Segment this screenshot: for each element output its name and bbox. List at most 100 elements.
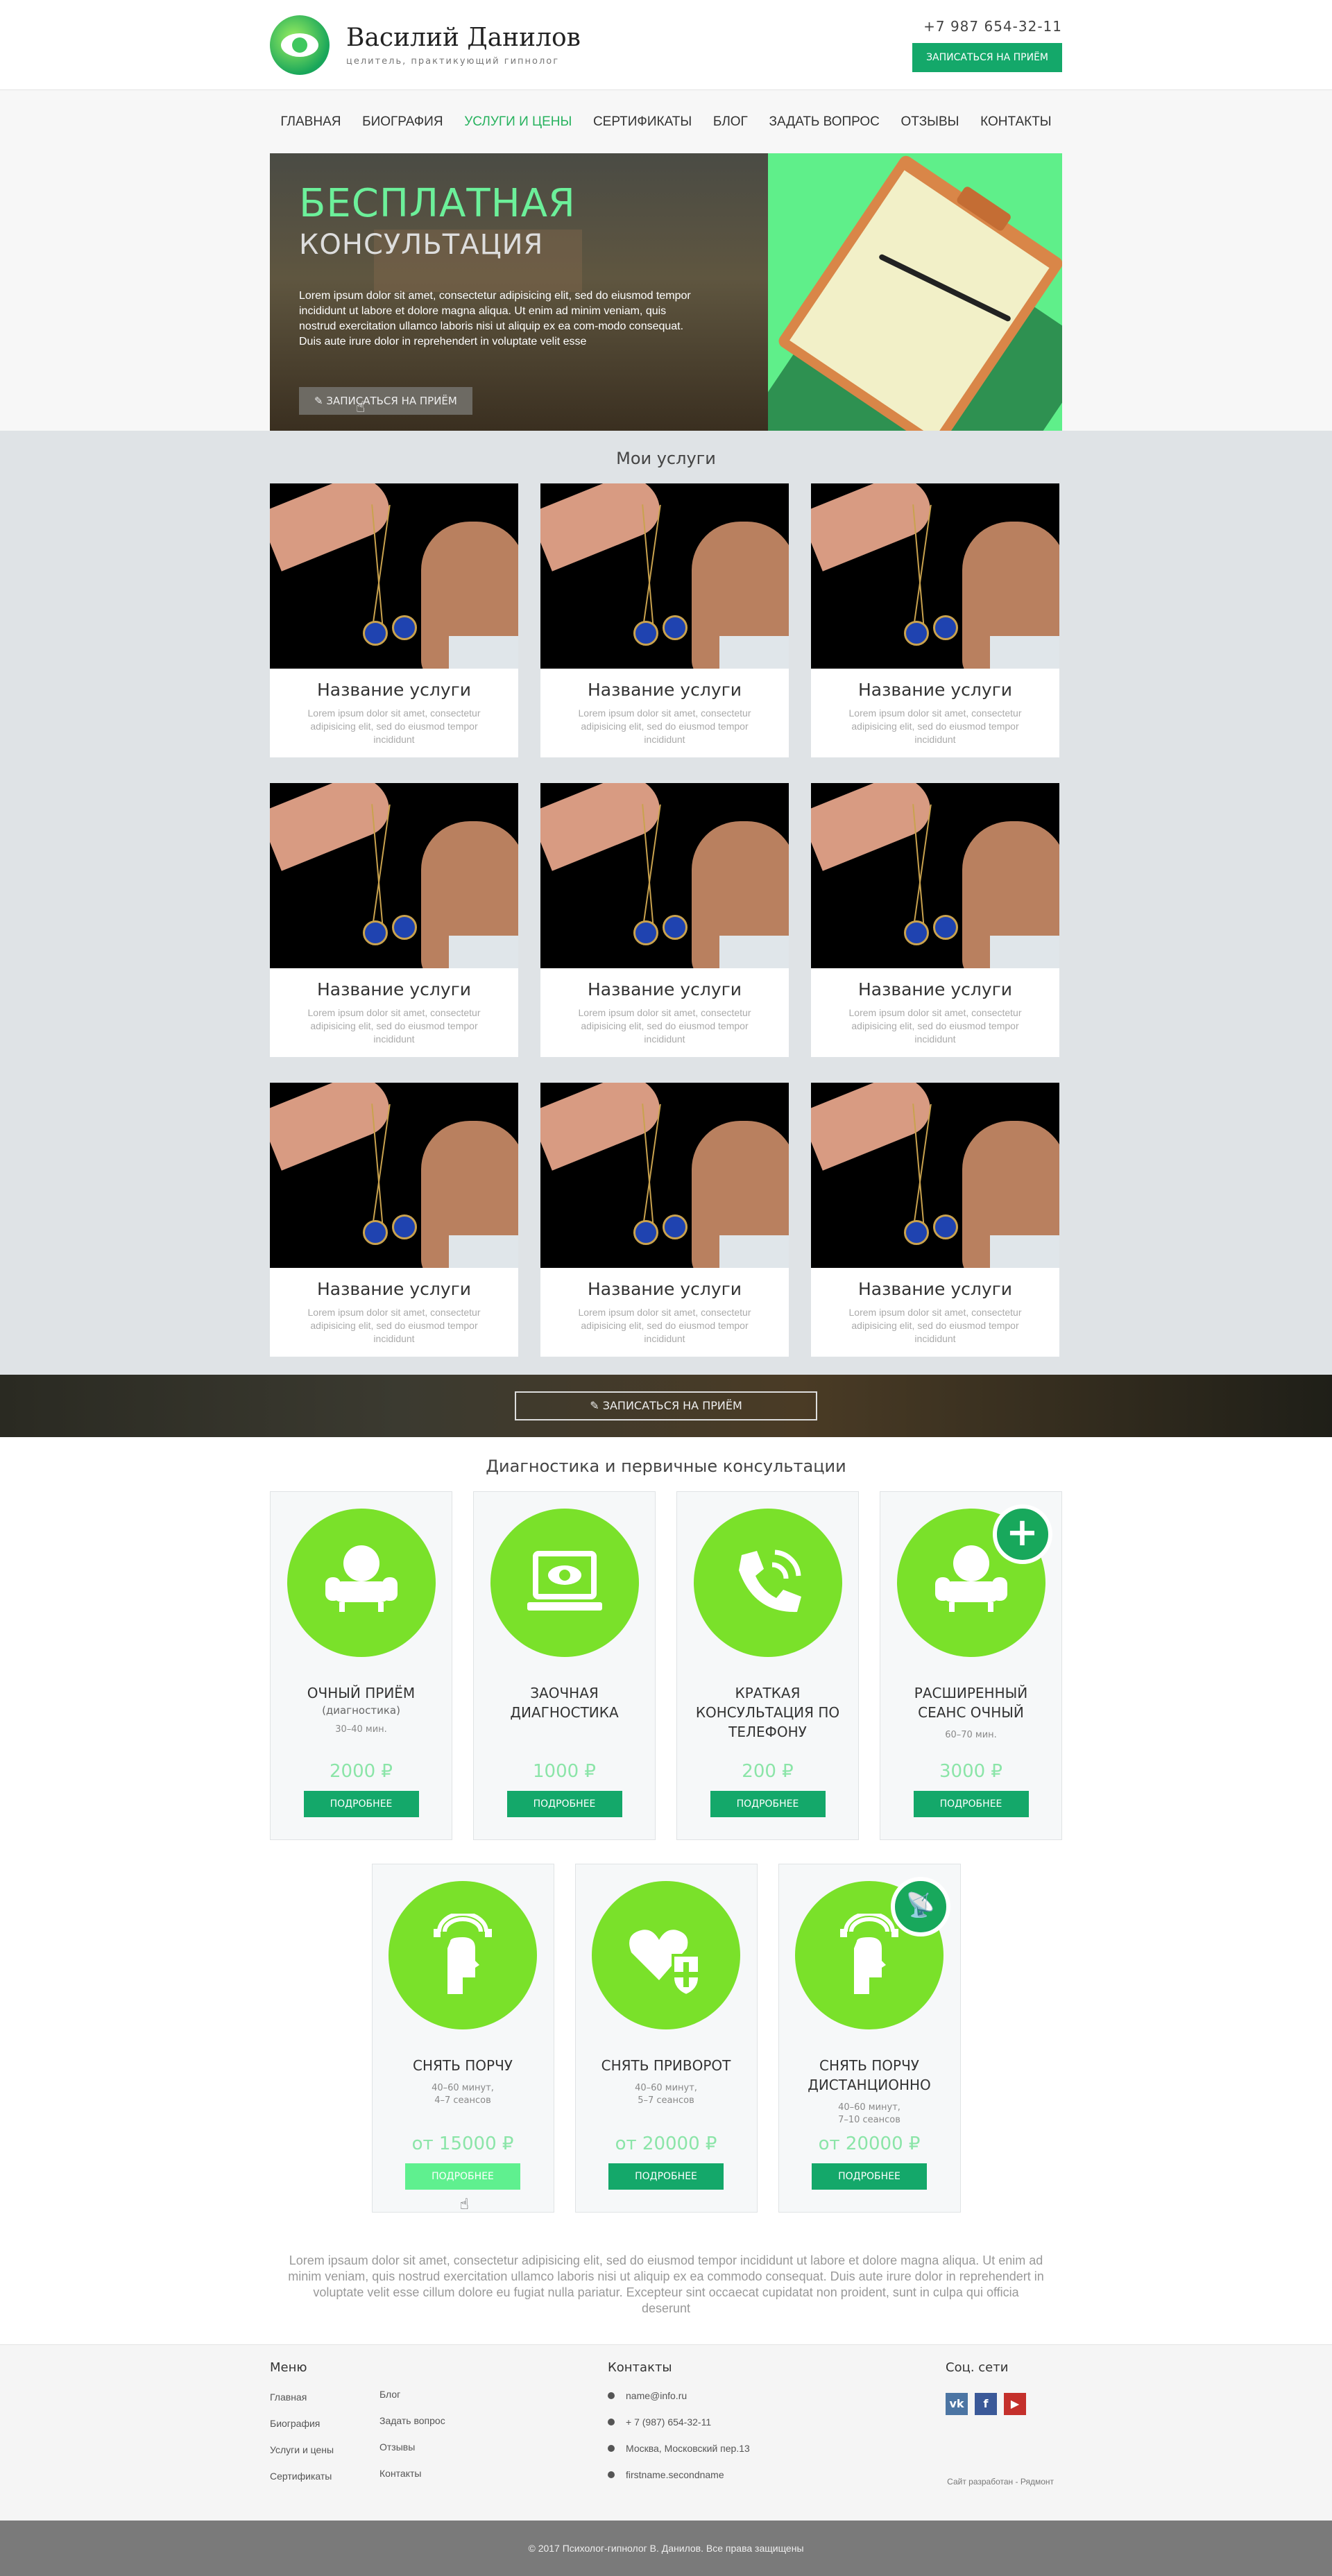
service-card[interactable]: Название услуги Lorem ipsum dolor sit ame… <box>811 1083 1059 1357</box>
footer-social-title: Соц. сети <box>946 2360 1009 2375</box>
price-card: Снять порчу 40–60 минут, 4–7 сеансов от 150… <box>371 1864 554 2213</box>
laptop-eye-circle <box>490 1509 639 1657</box>
hero-appointment-button[interactable]: ✎ Записаться на приём <box>299 387 472 415</box>
service-name: Название услуги <box>587 680 742 700</box>
footer-phone[interactable]: + 7 (987) 654-32-11 <box>626 2416 711 2428</box>
cta-appointment-button[interactable]: ✎ Записаться на приём <box>515 1391 817 1420</box>
price-value: от 15000 ₽ <box>411 2133 514 2154</box>
sessions-line: 7–10 сеансов <box>838 2115 900 2125</box>
service-description: Lorem ipsum dolor sit amet, consectetur … <box>307 1307 481 1344</box>
price-value: от 20000 ₽ <box>615 2133 717 2154</box>
service-description: Lorem ipsum dolor sit amet, consectetur … <box>307 707 481 745</box>
nav-item-2[interactable]: Услуги и цены <box>464 114 572 130</box>
vk-icon[interactable]: vk <box>946 2393 968 2415</box>
footer-menu-link[interactable]: Задать вопрос <box>379 2415 504 2429</box>
facebook-icon[interactable]: f <box>975 2393 997 2415</box>
nav-item-4[interactable]: Блог <box>713 114 748 130</box>
youtube-icon[interactable]: ▶ <box>1004 2393 1026 2415</box>
hero-text-panel: БЕСПЛАТНАЯ КОНСУЛЬТАЦИЯ Lorem ipsum dolo… <box>270 153 768 431</box>
service-card-body: Название услуги Lorem ipsum dolor sit ame… <box>540 1268 789 1357</box>
price-card-duration: 40–60 минут, 5–7 сеансов <box>576 2082 757 2107</box>
developer-credit[interactable]: Сайт разработан - Рядмонт <box>947 2477 1054 2487</box>
footer-skype[interactable]: firstname.secondname <box>626 2469 724 2480</box>
price-card-duration: 40–60 минут, 7–10 сеансов <box>779 2102 960 2127</box>
service-name: Название услуги <box>316 979 472 999</box>
duration-line: 30–40 мин. <box>335 1724 387 1735</box>
nav-item-3[interactable]: Сертификаты <box>593 114 692 130</box>
more-button[interactable]: Подробнее <box>506 1791 622 1817</box>
more-button[interactable]: Подробнее <box>608 2163 724 2190</box>
more-button[interactable]: Подробнее <box>303 1791 419 1817</box>
service-card-body: Название услуги Lorem ipsum dolor sit ame… <box>540 669 789 757</box>
main-nav: Главная Биография Услуги и цены Сертификаты… <box>0 90 1332 153</box>
more-button[interactable]: Подробнее <box>405 2163 520 2190</box>
nav-item-0[interactable]: Главная <box>280 114 341 130</box>
logo[interactable]: Василий Данилов целитель, практикующий г… <box>270 15 581 75</box>
header-appointment-button[interactable]: Записаться на приём <box>912 43 1062 72</box>
service-card[interactable]: Название услуги Lorem ipsum dolor sit ame… <box>811 783 1059 1057</box>
eye-logo-icon <box>270 15 330 75</box>
site-header: Василий Данилов целитель, практикующий г… <box>0 0 1332 90</box>
copyright: © 2017 Психолог-гипнолог В. Данилов. Все… <box>0 2521 1332 2576</box>
service-card[interactable]: Название услуги Lorem ipsum dolor sit ame… <box>270 483 518 757</box>
service-card-body: Название услуги Lorem ipsum dolor sit ame… <box>270 968 518 1057</box>
price-value: от 20000 ₽ <box>818 2133 921 2154</box>
sessions-line: 4–7 сеансов <box>434 2095 491 2106</box>
service-name: Название услуги <box>857 979 1013 999</box>
service-name: Название услуги <box>587 1279 742 1299</box>
hero-banner: БЕСПЛАТНАЯ КОНСУЛЬТАЦИЯ Lorem ipsum dolo… <box>270 153 1062 431</box>
pencil-icon: ✎ <box>590 1399 603 1412</box>
service-card[interactable]: Название услуги Lorem ipsum dolor sit ame… <box>811 483 1059 757</box>
footer-menu-link[interactable]: Отзывы <box>379 2441 504 2455</box>
hypnosis-pendulum-image <box>270 483 518 669</box>
hand-cursor-icon: ☝ <box>459 2196 469 2213</box>
hypnosis-pendulum-image <box>270 1083 518 1268</box>
more-button[interactable]: Подробнее <box>812 2163 927 2190</box>
price-card-duration: 40–60 минут, 4–7 сеансов <box>373 2082 554 2107</box>
nav-item-1[interactable]: Биография <box>362 114 443 130</box>
site-name: Василий Данилов <box>346 24 581 52</box>
skype-icon <box>608 2471 615 2478</box>
armchair-circle <box>287 1509 436 1657</box>
footer-email[interactable]: name@info.ru <box>626 2390 687 2401</box>
location-pin-icon <box>608 2445 615 2452</box>
service-name: Название услуги <box>857 680 1013 700</box>
service-card[interactable]: Название услуги Lorem ipsum dolor sit ame… <box>540 483 789 757</box>
footer-menu-link[interactable]: Контакты <box>379 2468 504 2482</box>
nav-item-5[interactable]: Задать вопрос <box>769 114 879 130</box>
service-description: Lorem ipsum dolor sit amet, consectetur … <box>578 707 751 745</box>
service-card-body: Название услуги Lorem ipsum dolor sit ame… <box>270 669 518 757</box>
footer-menu-link[interactable]: Сертификаты <box>270 2471 379 2482</box>
footer-menu-link[interactable]: Услуги и цены <box>270 2444 379 2455</box>
hypnosis-pendulum-image <box>811 1083 1059 1268</box>
service-card[interactable]: Название услуги Lorem ipsum dolor sit ame… <box>270 783 518 1057</box>
nav-item-6[interactable]: Отзывы <box>901 114 959 130</box>
footer-menu-link[interactable]: Биография <box>270 2418 379 2429</box>
price-card-duration: 30–40 мин. <box>271 1724 452 1736</box>
service-description: Lorem ipsum dolor sit amet, consectetur … <box>848 707 1022 745</box>
footer-menu-link[interactable]: Главная <box>270 2392 379 2403</box>
service-name: Название услуги <box>316 680 472 700</box>
price-card: Снять приворот 40–60 минут, 5–7 сеансов от … <box>574 1864 758 2213</box>
more-button[interactable]: Подробнее <box>710 1791 826 1817</box>
service-card[interactable]: Название услуги Lorem ipsum dolor sit ame… <box>270 1083 518 1357</box>
cta-button-label: Записаться на приём <box>602 1399 742 1412</box>
footer-menu-link[interactable]: Блог <box>379 2389 504 2403</box>
sessions-line: 5–7 сеансов <box>638 2095 694 2106</box>
price-card-title: Очный приём <box>307 1685 416 1701</box>
cta-band: ✎ Записаться на приём <box>0 1375 1332 1437</box>
duration-line: 40–60 минут, <box>432 2083 494 2093</box>
nav-item-7[interactable]: Контакты <box>980 114 1052 130</box>
service-card-body: Название услуги Lorem ipsum dolor sit ame… <box>540 968 789 1057</box>
duration-line: 40–60 минут, <box>635 2083 697 2093</box>
service-card[interactable]: Название услуги Lorem ipsum dolor sit ame… <box>540 1083 789 1357</box>
price-value: 200 ₽ <box>742 1761 794 1782</box>
head-rainbow-circle <box>388 1881 537 2029</box>
hypnosis-pendulum-image <box>540 783 789 968</box>
service-card[interactable]: Название услуги Lorem ipsum dolor sit ame… <box>540 783 789 1057</box>
price-card-title: Краткая консультация по телефону <box>695 1685 840 1740</box>
service-description: Lorem ipsum dolor sit amet, consectetur … <box>578 1007 751 1045</box>
service-card-body: Название услуги Lorem ipsum dolor sit ame… <box>811 669 1059 757</box>
header-phone[interactable]: +7 987 654-32-11 <box>912 18 1062 35</box>
more-button[interactable]: Подробнее <box>913 1791 1029 1817</box>
